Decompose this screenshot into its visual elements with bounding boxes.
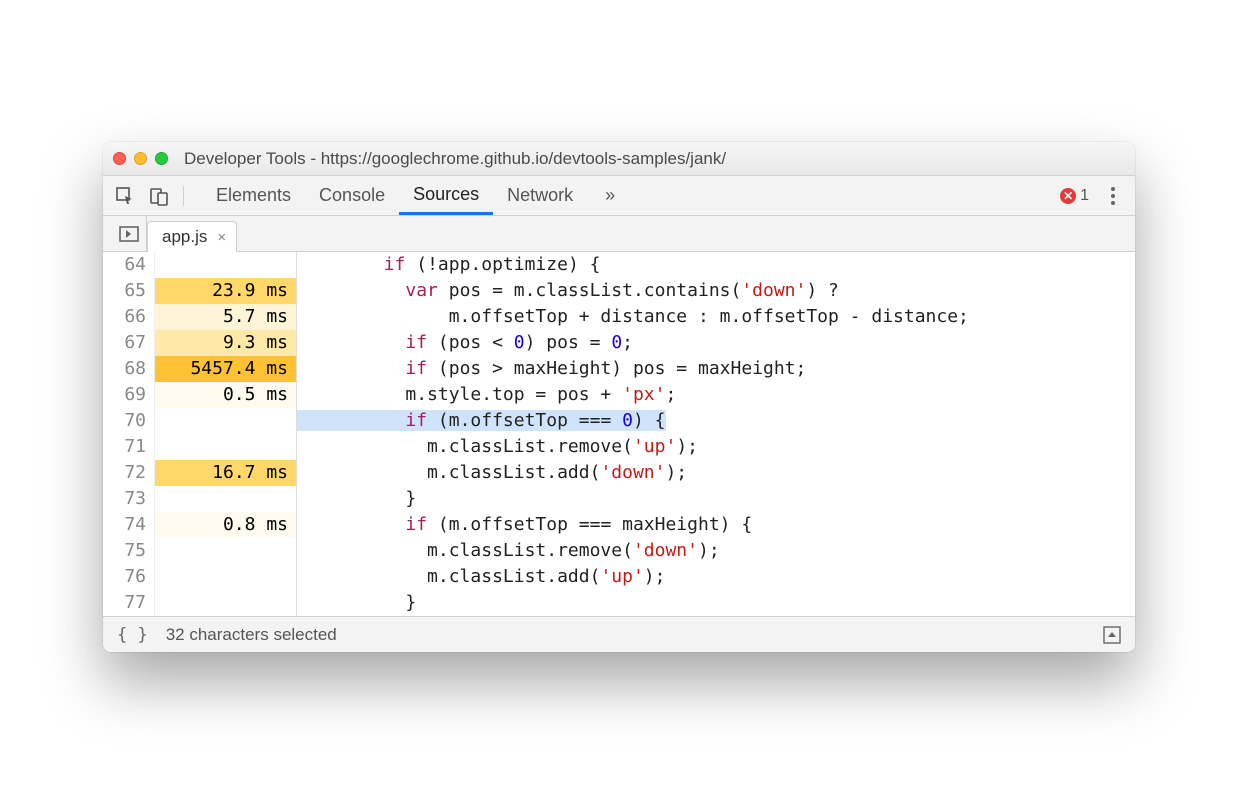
- file-tab[interactable]: app.js ×: [147, 221, 237, 252]
- panel-tabs: ElementsConsoleSourcesNetwork: [202, 176, 587, 215]
- pretty-print-icon[interactable]: { }: [117, 625, 148, 645]
- panel-tab-console[interactable]: Console: [305, 176, 399, 215]
- line-number: 69: [103, 382, 146, 408]
- line-number: 75: [103, 538, 146, 564]
- minimize-window-button[interactable]: [134, 152, 147, 165]
- line-timing: 5.7 ms: [155, 304, 296, 330]
- code-line[interactable]: if (m.offsetTop === 0) {: [297, 408, 1135, 434]
- line-number: 77: [103, 590, 146, 616]
- line-timing: [155, 486, 296, 512]
- code-line[interactable]: if (m.offsetTop === maxHeight) {: [297, 512, 1135, 538]
- line-number: 65: [103, 278, 146, 304]
- close-window-button[interactable]: [113, 152, 126, 165]
- main-toolbar: ElementsConsoleSourcesNetwork » ✕ 1: [103, 176, 1135, 216]
- window-title: Developer Tools - https://googlechrome.g…: [184, 149, 726, 169]
- code-line[interactable]: if (pos > maxHeight) pos = maxHeight;: [297, 356, 1135, 382]
- zoom-window-button[interactable]: [155, 152, 168, 165]
- line-timing: [155, 564, 296, 590]
- inspect-element-icon[interactable]: [115, 186, 135, 206]
- line-number: 71: [103, 434, 146, 460]
- code-line[interactable]: m.offsetTop + distance : m.offsetTop - d…: [297, 304, 1135, 330]
- line-timing: [155, 434, 296, 460]
- kebab-menu-icon[interactable]: [1103, 187, 1123, 205]
- code-line[interactable]: m.style.top = pos + 'px';: [297, 382, 1135, 408]
- error-badge[interactable]: ✕ 1: [1060, 187, 1089, 205]
- line-number: 68: [103, 356, 146, 382]
- error-count: 1: [1080, 187, 1089, 205]
- line-timing: 16.7 ms: [155, 460, 296, 486]
- line-timing: [155, 252, 296, 278]
- panel-tab-sources[interactable]: Sources: [399, 176, 493, 215]
- line-timing: 0.8 ms: [155, 512, 296, 538]
- file-tabstrip: app.js ×: [103, 216, 1135, 252]
- line-timing: 23.9 ms: [155, 278, 296, 304]
- code-content[interactable]: if (!app.optimize) { var pos = m.classLi…: [297, 252, 1135, 616]
- line-number: 76: [103, 564, 146, 590]
- status-bar: { } 32 characters selected: [103, 616, 1135, 652]
- code-line[interactable]: m.classList.remove('down');: [297, 538, 1135, 564]
- code-line[interactable]: }: [297, 590, 1135, 616]
- navigator-toggle-icon[interactable]: [111, 216, 147, 251]
- line-timing: [155, 408, 296, 434]
- line-number-gutter: 6465666768697071727374757677: [103, 252, 155, 616]
- line-number: 73: [103, 486, 146, 512]
- line-timing: 9.3 ms: [155, 330, 296, 356]
- line-timing-gutter: 23.9 ms5.7 ms9.3 ms5457.4 ms0.5 ms 16.7 m…: [155, 252, 297, 616]
- panel-tab-elements[interactable]: Elements: [202, 176, 305, 215]
- device-toggle-icon[interactable]: [149, 186, 169, 206]
- code-line[interactable]: m.classList.add('down');: [297, 460, 1135, 486]
- line-timing: 5457.4 ms: [155, 356, 296, 382]
- code-line[interactable]: m.classList.add('up');: [297, 564, 1135, 590]
- devtools-window: Developer Tools - https://googlechrome.g…: [103, 142, 1135, 652]
- line-number: 70: [103, 408, 146, 434]
- drawer-toggle-icon[interactable]: [1103, 626, 1121, 644]
- status-text: 32 characters selected: [166, 625, 337, 645]
- code-line[interactable]: if (pos < 0) pos = 0;: [297, 330, 1135, 356]
- titlebar: Developer Tools - https://googlechrome.g…: [103, 142, 1135, 176]
- close-tab-icon[interactable]: ×: [217, 229, 226, 246]
- more-panels-button[interactable]: »: [591, 176, 629, 215]
- traffic-lights: [113, 152, 168, 165]
- line-number: 67: [103, 330, 146, 356]
- line-number: 72: [103, 460, 146, 486]
- error-icon: ✕: [1060, 188, 1076, 204]
- code-line[interactable]: m.classList.remove('up');: [297, 434, 1135, 460]
- code-line[interactable]: if (!app.optimize) {: [297, 252, 1135, 278]
- line-timing: [155, 538, 296, 564]
- panel-tab-network[interactable]: Network: [493, 176, 587, 215]
- line-number: 74: [103, 512, 146, 538]
- line-number: 66: [103, 304, 146, 330]
- source-editor[interactable]: 6465666768697071727374757677 23.9 ms5.7 …: [103, 252, 1135, 616]
- line-number: 64: [103, 252, 146, 278]
- code-line[interactable]: var pos = m.classList.contains('down') ?: [297, 278, 1135, 304]
- file-tab-label: app.js: [162, 227, 207, 247]
- line-timing: 0.5 ms: [155, 382, 296, 408]
- line-timing: [155, 590, 296, 616]
- code-line[interactable]: }: [297, 486, 1135, 512]
